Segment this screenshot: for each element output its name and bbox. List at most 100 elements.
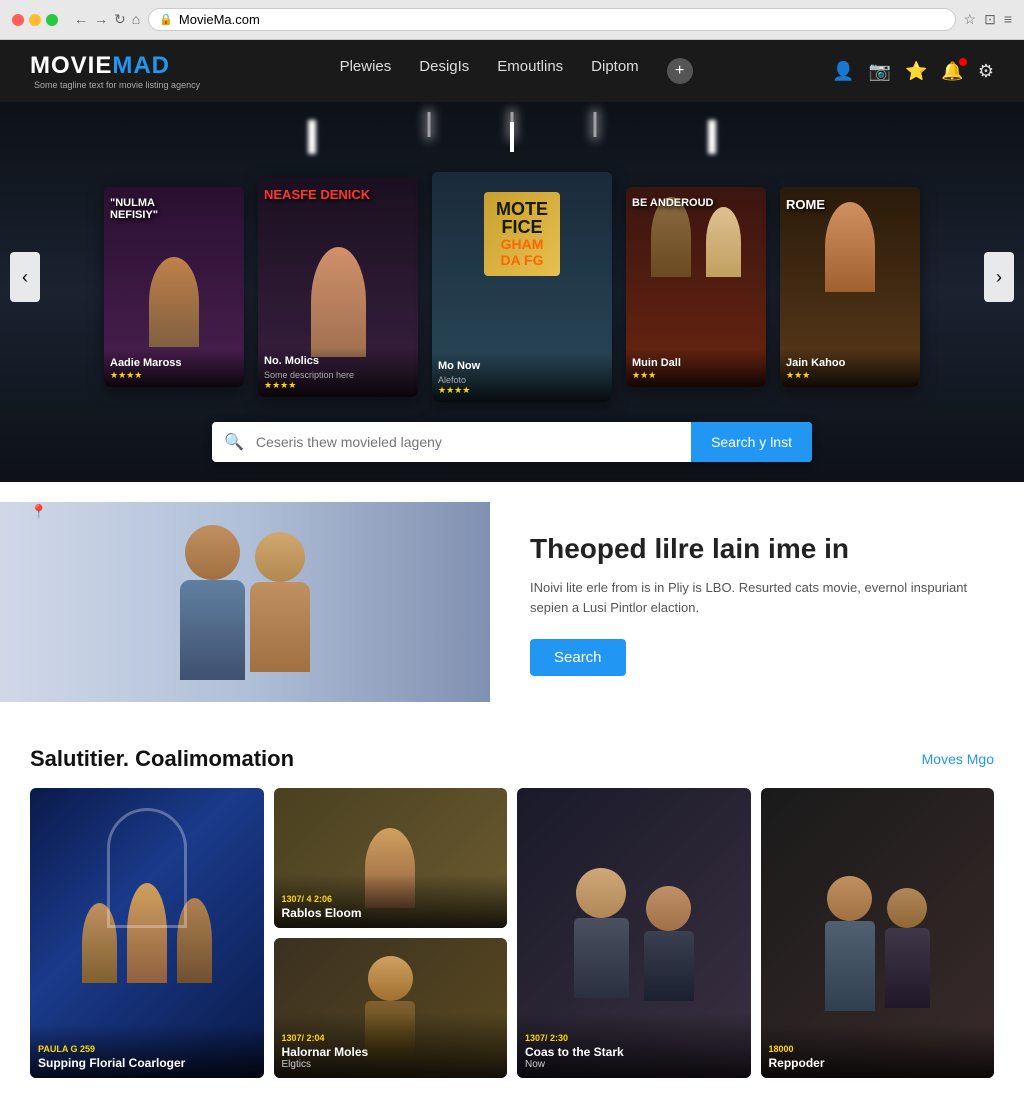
lock-icon: 🔒 xyxy=(159,13,173,26)
carousel-card-5[interactable]: ROME Jain Kahoo ★★★ xyxy=(780,187,920,387)
card-overlay: 1307/ 4 2:06 Rablos Eloom xyxy=(274,874,508,928)
card-sub: Elgtics xyxy=(282,1059,500,1070)
card-big-title: NEASFE DENICK xyxy=(264,187,412,202)
forward-icon[interactable]: → xyxy=(94,11,108,28)
card-info: Mo Now Alefoto ★★★★ xyxy=(432,352,612,402)
nav-item-desigis[interactable]: DesigIs xyxy=(419,58,469,84)
card-title: Reppoder xyxy=(769,1056,987,1070)
hero-search-button[interactable]: Search y lnst xyxy=(691,422,812,462)
carousel-prev-button[interactable]: ‹ xyxy=(10,252,40,302)
browser-nav: ← → ↻ ⌂ xyxy=(74,11,140,28)
card-title: Mo Now xyxy=(438,360,606,373)
grid-card-4[interactable]: 18000 Reppoder xyxy=(761,788,995,1078)
card-info: Jain Kahoo ★★★ xyxy=(780,349,920,387)
maximize-button[interactable] xyxy=(46,14,58,26)
nav-item-plewies[interactable]: Plewies xyxy=(340,58,392,84)
grid-card-1[interactable]: PAULA G 259 Supping Florial Coarloger xyxy=(30,788,264,1078)
browser-actions: ☆ ⊡ ≡ xyxy=(964,11,1012,28)
card-sub: Alefoto xyxy=(438,375,606,385)
card-stars: ★★★ xyxy=(786,370,914,381)
carousel-card-3[interactable]: MOTEFICE GHAMDA FG Mo Now Alefoto ★★★★ xyxy=(432,172,612,402)
carousel-card-1[interactable]: "NULMANEFISIY" Aadie Maross ★★★★ xyxy=(104,187,244,387)
card-info: No. Molics Some description here ★★★★ xyxy=(258,347,418,397)
address-bar[interactable]: 🔒 MovieMa.com xyxy=(148,8,955,31)
card-title: Jain Kahoo xyxy=(786,357,914,370)
close-button[interactable] xyxy=(12,14,24,26)
feature-section: 📍 Theoped lilre lain ime in INoivi lite … xyxy=(0,502,1024,706)
instagram-icon[interactable]: 📷 xyxy=(869,61,891,82)
grid-card-2[interactable]: 1307/ 4 2:06 Rablos Eloom xyxy=(274,788,508,928)
notification-bell[interactable]: 🔔 xyxy=(941,61,963,82)
ceiling-lights xyxy=(428,112,597,137)
notification-dot xyxy=(959,58,967,66)
card-title-overlay: BE ANDEROUD xyxy=(632,197,760,209)
hero-search-bar: 🔍 Search y lnst xyxy=(212,422,812,462)
movie-grid: PAULA G 259 Supping Florial Coarloger 13… xyxy=(30,788,994,1078)
grid-card-3[interactable]: 1307/ 2:30 Coas to the Stark Now xyxy=(517,788,751,1078)
card-label: 1307/ 4 2:06 xyxy=(282,894,500,904)
header-actions: 👤 📷 ⭐ 🔔 ⚙ xyxy=(832,61,994,82)
feature-image xyxy=(0,502,490,702)
nav-plus-button[interactable]: + xyxy=(667,58,693,84)
carousel-card-2[interactable]: NEASFE DENICK No. Molics Some descriptio… xyxy=(258,177,418,397)
card-stars: ★★★★ xyxy=(110,370,238,381)
window-icon[interactable]: ⊡ xyxy=(984,11,996,28)
card-title: Coas to the Stark xyxy=(525,1045,743,1059)
minimize-button[interactable] xyxy=(29,14,41,26)
main-nav: Plewies DesigIs Emoutlins Diptom + xyxy=(340,58,693,84)
card-big-title: BE ANDEROUD xyxy=(632,197,760,209)
feature-description: INoivi lite erle from is in Pliy is LBO.… xyxy=(530,578,984,620)
carousel-items: "NULMANEFISIY" Aadie Maross ★★★★ NEASFE … xyxy=(0,187,1024,402)
card-info: Aadie Maross ★★★★ xyxy=(104,349,244,387)
section-header: Salutitier. Coalimomation Moves Mgo xyxy=(30,746,994,772)
card-title: Aadie Maross xyxy=(110,357,238,370)
movies-section: Salutitier. Coalimomation Moves Mgo PAUL… xyxy=(0,726,1024,1098)
card-title: Rablos Eloom xyxy=(282,906,500,920)
logo: MOVIEMAD Some tagline text for movie lis… xyxy=(30,52,200,90)
feature-title: Theoped lilre lain ime in xyxy=(530,532,984,566)
card-stars: ★★★ xyxy=(632,370,760,381)
section-more-link[interactable]: Moves Mgo xyxy=(922,751,994,767)
card-overlay: 18000 Reppoder xyxy=(761,1024,995,1078)
card-title: Halornar Moles xyxy=(282,1045,500,1059)
hero-carousel: ‹ "NULMANEFISIY" Aadie Maross ★★★★ xyxy=(0,102,1024,482)
url-text: MovieMa.com xyxy=(179,12,260,27)
pin-icon: 📍 xyxy=(30,504,47,521)
card-label: 18000 xyxy=(769,1044,987,1054)
feature-search-button[interactable]: Search xyxy=(530,639,626,676)
logo-sub: Some tagline text for movie listing agen… xyxy=(34,80,200,90)
bookmark-icon[interactable]: ☆ xyxy=(964,11,977,28)
home-icon[interactable]: ⌂ xyxy=(132,11,140,28)
settings-icon[interactable]: ⚙ xyxy=(978,61,994,82)
card-big-title: "NULMANEFISIY" xyxy=(110,197,238,221)
logo-mad: MAD xyxy=(112,52,170,79)
user-icon[interactable]: 👤 xyxy=(832,61,854,82)
carousel-next-button[interactable]: › xyxy=(984,252,1014,302)
section-title: Salutitier. Coalimomation xyxy=(30,746,294,772)
grid-card-5[interactable]: 1307/ 2:04 Halornar Moles Elgtics xyxy=(274,938,508,1078)
card-title-overlay: "NULMANEFISIY" xyxy=(110,197,238,221)
card-title-overlay: ROME xyxy=(786,197,914,212)
logo-movie: MOVIE xyxy=(30,52,112,79)
card-overlay: 1307/ 2:04 Halornar Moles Elgtics xyxy=(274,1013,508,1078)
card-label: 1307/ 2:30 xyxy=(525,1033,743,1043)
card-sub: Now xyxy=(525,1059,743,1070)
nav-item-emoutlins[interactable]: Emoutlins xyxy=(497,58,563,84)
card-info: Muin Dall ★★★ xyxy=(626,349,766,387)
star-icon[interactable]: ⭐ xyxy=(905,61,927,82)
carousel-card-4[interactable]: BE ANDEROUD Muin Dall ★★★ xyxy=(626,187,766,387)
card-title: No. Molics xyxy=(264,355,412,368)
nav-item-diptom[interactable]: Diptom xyxy=(591,58,639,84)
menu-icon[interactable]: ≡ xyxy=(1004,11,1012,28)
back-icon[interactable]: ← xyxy=(74,11,88,28)
refresh-icon[interactable]: ↻ xyxy=(114,11,126,28)
card-overlay: 1307/ 2:30 Coas to the Stark Now xyxy=(517,1013,751,1078)
card-stars: ★★★★ xyxy=(264,380,412,391)
card-overlay: PAULA G 259 Supping Florial Coarloger xyxy=(30,1024,264,1078)
search-icon: 🔍 xyxy=(212,422,256,462)
hero-search-input[interactable] xyxy=(256,422,691,462)
traffic-lights xyxy=(12,14,58,26)
site-header: MOVIEMAD Some tagline text for movie lis… xyxy=(0,40,1024,102)
feature-content: 📍 Theoped lilre lain ime in INoivi lite … xyxy=(490,502,1024,706)
card-title: Muin Dall xyxy=(632,357,760,370)
